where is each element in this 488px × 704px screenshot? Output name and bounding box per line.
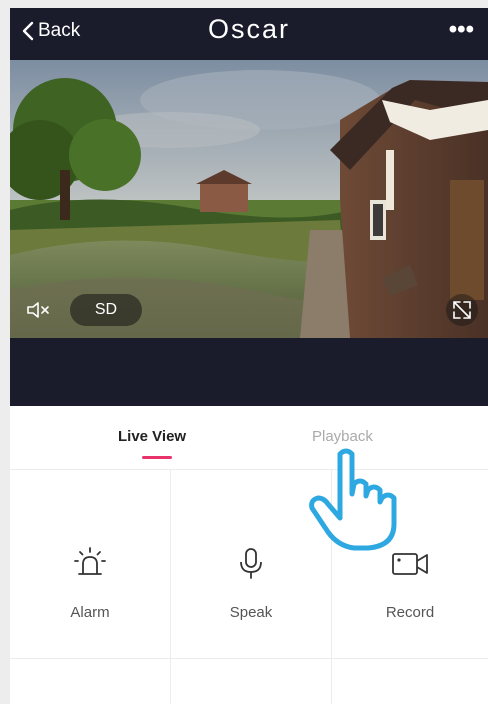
- alarm-icon: [74, 547, 106, 575]
- record-label: Record: [385, 604, 435, 621]
- top-bar: Back Oscar •••: [10, 8, 488, 60]
- tab-playback[interactable]: Playback: [312, 428, 373, 445]
- fullscreen-button[interactable]: [446, 294, 478, 326]
- active-tab-indicator: [142, 456, 172, 459]
- video-camera-icon: [392, 553, 428, 575]
- more-options-button[interactable]: •••: [449, 16, 474, 44]
- microphone-icon: [240, 548, 262, 579]
- quality-toggle-button[interactable]: SD: [70, 294, 142, 326]
- mute-button[interactable]: [20, 295, 56, 325]
- record-action[interactable]: Record: [332, 470, 488, 658]
- fullscreen-icon: [453, 301, 471, 319]
- tab-live-view[interactable]: Live View: [118, 428, 186, 445]
- grid-cell-empty: [171, 659, 332, 704]
- actions-grid: Alarm Speak Record: [10, 470, 488, 704]
- alarm-label: Alarm: [70, 604, 110, 621]
- speak-label: Speak: [229, 604, 273, 621]
- video-controls-area: [10, 338, 488, 406]
- view-tabs: Live View Playback: [10, 406, 488, 470]
- alarm-action[interactable]: Alarm: [10, 470, 171, 658]
- app-screen: Back Oscar ••• SD Live View Playback Ala…: [10, 8, 488, 704]
- grid-cell-empty: [10, 659, 171, 704]
- speak-action[interactable]: Speak: [171, 470, 332, 658]
- speaker-muted-icon: [27, 302, 49, 318]
- camera-title: Oscar: [207, 14, 290, 44]
- live-video-feed[interactable]: SD: [10, 60, 488, 338]
